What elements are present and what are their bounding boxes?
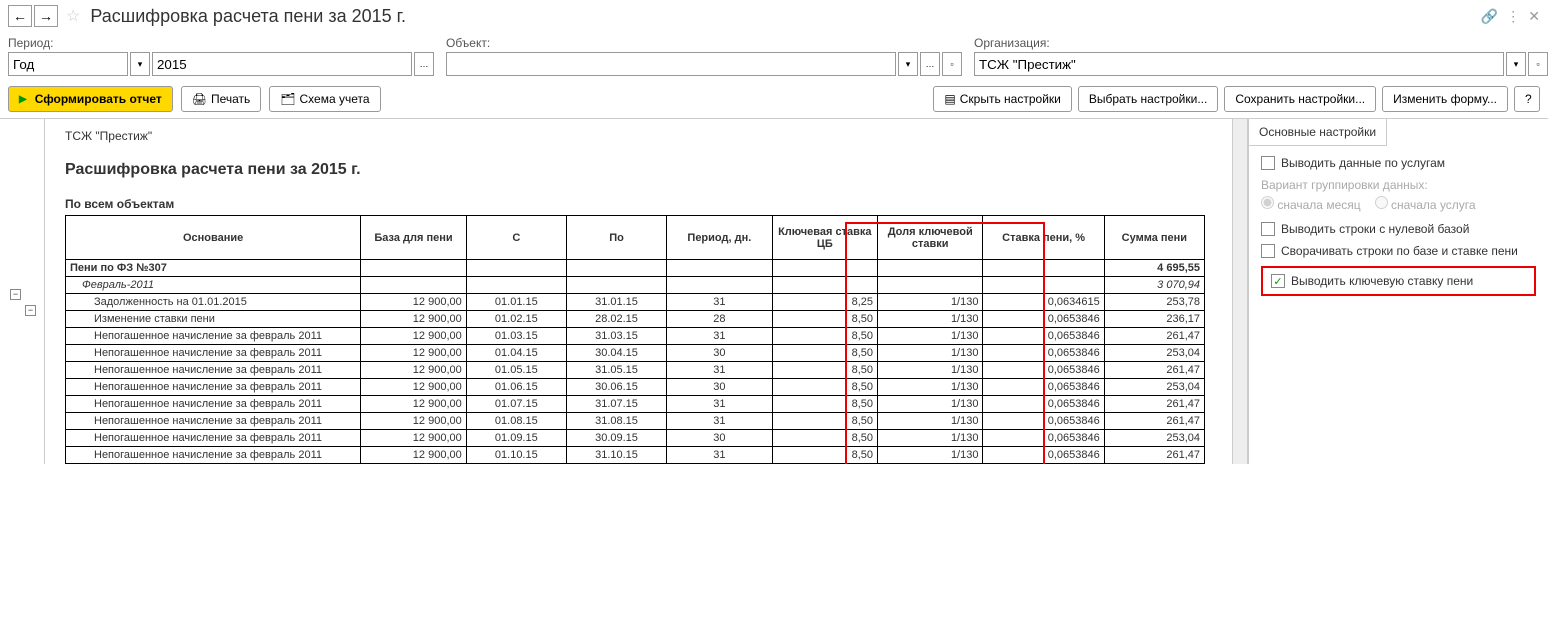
- data-table: Основание База для пени С По Период, дн.…: [65, 215, 1205, 464]
- star-icon[interactable]: ☆: [66, 6, 80, 26]
- choose-settings-button[interactable]: Выбрать настройки...: [1078, 86, 1218, 112]
- org-input[interactable]: [974, 52, 1504, 76]
- table-row: Непогашенное начисление за февраль 20111…: [66, 379, 1205, 396]
- col-base: База для пени: [361, 216, 466, 260]
- link-icon[interactable]: 🔗: [1481, 8, 1498, 25]
- period-type-select[interactable]: [8, 52, 128, 76]
- table-row: Непогашенное начисление за февраль 20111…: [66, 362, 1205, 379]
- table-row: Непогашенное начисление за февраль 20111…: [66, 345, 1205, 362]
- org-dropdown[interactable]: ▾: [1506, 52, 1526, 76]
- hide-settings-button[interactable]: ▤Скрыть настройки: [933, 86, 1071, 112]
- period-type-dropdown[interactable]: ▾: [130, 52, 150, 76]
- period-label: Период:: [8, 36, 434, 50]
- opt-zero-label: Выводить строки с нулевой базой: [1281, 222, 1469, 236]
- object-dropdown[interactable]: ▾: [898, 52, 918, 76]
- opt-zero-checkbox[interactable]: [1261, 222, 1275, 236]
- col-rate-pct: Ставка пени, %: [983, 216, 1104, 260]
- table-row: Пени по ФЗ №3074 695,55: [66, 260, 1205, 277]
- tree-collapse-2[interactable]: −: [25, 305, 36, 316]
- report-subtitle: По всем объектам: [65, 197, 1232, 211]
- back-button[interactable]: ←: [8, 5, 32, 27]
- settings-icon: ▤: [944, 92, 955, 106]
- save-settings-button[interactable]: Сохранить настройки...: [1224, 86, 1376, 112]
- object-input[interactable]: [446, 52, 896, 76]
- opt-keyrate-label: Выводить ключевую ставку пени: [1291, 274, 1473, 288]
- opt-services-label: Выводить данные по услугам: [1281, 156, 1445, 170]
- report-org: ТСЖ "Престиж": [65, 129, 1232, 143]
- object-expand[interactable]: ▫: [942, 52, 962, 76]
- object-more[interactable]: …: [920, 52, 940, 76]
- table-row: Непогашенное начисление за февраль 20111…: [66, 396, 1205, 413]
- help-button[interactable]: ?: [1514, 86, 1540, 112]
- print-icon: 🖨: [192, 92, 207, 106]
- scheme-icon: 🗂: [280, 92, 295, 106]
- table-row: Изменение ставки пени12 900,0001.02.1528…: [66, 311, 1205, 328]
- group-label: Вариант группировки данных:: [1261, 178, 1536, 192]
- report-area: ТСЖ "Престиж" Расшифровка расчета пени з…: [45, 119, 1232, 464]
- table-row: Непогашенное начисление за февраль 20111…: [66, 328, 1205, 345]
- period-year-input[interactable]: [152, 52, 412, 76]
- table-row: Непогашенное начисление за февраль 20111…: [66, 447, 1205, 464]
- print-button[interactable]: 🖨Печать: [181, 86, 262, 112]
- opt-collapse-label: Сворачивать строки по базе и ставке пени: [1281, 244, 1518, 258]
- col-sum: Сумма пени: [1104, 216, 1204, 260]
- settings-tab[interactable]: Основные настройки: [1249, 118, 1387, 146]
- col-key-rate: Ключевая ставка ЦБ: [772, 216, 877, 260]
- scheme-button[interactable]: 🗂Схема учета: [269, 86, 380, 112]
- col-from: С: [466, 216, 566, 260]
- radio-service: сначала услуга: [1375, 196, 1476, 212]
- more-icon[interactable]: ⋮: [1506, 8, 1520, 25]
- close-icon[interactable]: ✕: [1528, 8, 1540, 25]
- object-label: Объект:: [446, 36, 962, 50]
- col-to: По: [566, 216, 666, 260]
- report-title: Расшифровка расчета пени за 2015 г.: [65, 161, 1232, 179]
- radio-month: сначала месяц: [1261, 196, 1361, 212]
- org-expand[interactable]: ▫: [1528, 52, 1548, 76]
- change-form-button[interactable]: Изменить форму...: [1382, 86, 1508, 112]
- col-period: Период, дн.: [667, 216, 772, 260]
- col-share: Доля ключевой ставки: [878, 216, 983, 260]
- period-year-more[interactable]: …: [414, 52, 434, 76]
- forward-button[interactable]: →: [34, 5, 58, 27]
- table-row: Февраль-20113 070,94: [66, 277, 1205, 294]
- table-row: Непогашенное начисление за февраль 20111…: [66, 430, 1205, 447]
- page-title: Расшифровка расчета пени за 2015 г.: [90, 6, 406, 27]
- opt-keyrate-checkbox[interactable]: ✓: [1271, 274, 1285, 288]
- opt-collapse-checkbox[interactable]: [1261, 244, 1275, 258]
- org-label: Организация:: [974, 36, 1548, 50]
- col-basis: Основание: [66, 216, 361, 260]
- form-report-button[interactable]: Сформировать отчет: [8, 86, 173, 112]
- tree-collapse-1[interactable]: −: [10, 289, 21, 300]
- tree-gutter: − −: [0, 119, 45, 464]
- opt-services-checkbox[interactable]: [1261, 156, 1275, 170]
- table-row: Задолженность на 01.01.201512 900,0001.0…: [66, 294, 1205, 311]
- table-row: Непогашенное начисление за февраль 20111…: [66, 413, 1205, 430]
- settings-panel: Основные настройки Выводить данные по ус…: [1248, 119, 1548, 464]
- vertical-scrollbar[interactable]: [1232, 119, 1248, 464]
